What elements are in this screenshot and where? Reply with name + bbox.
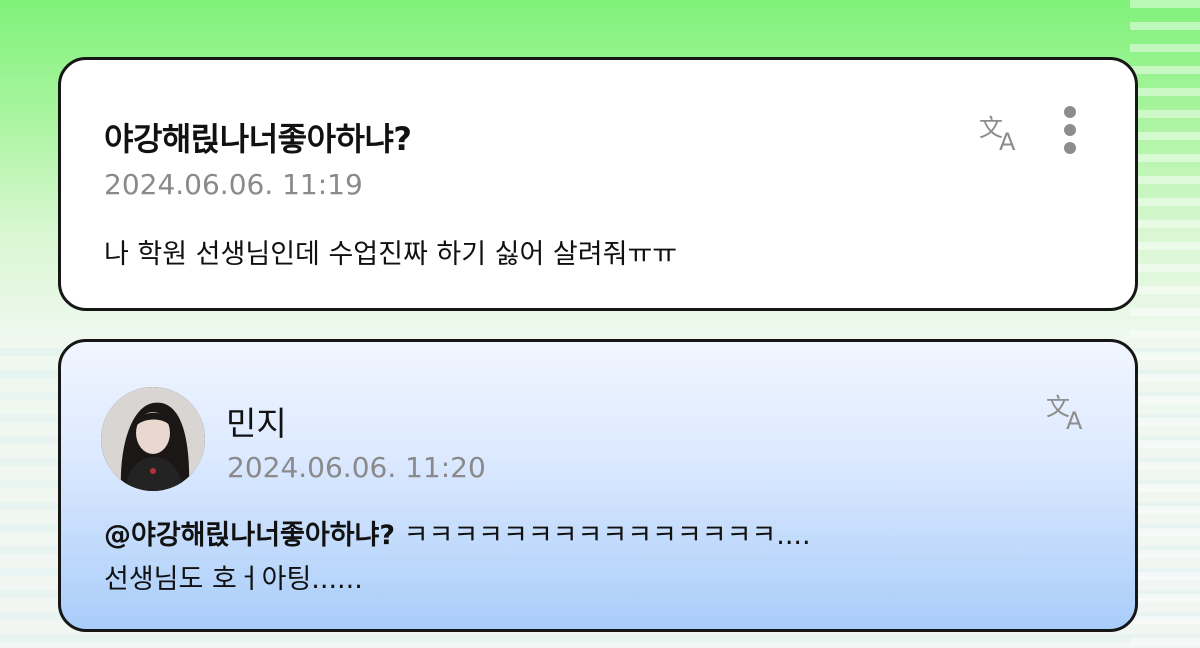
author-name: 민지 bbox=[226, 404, 287, 443]
reply-line-1-text: ㅋㅋㅋㅋㅋㅋㅋㅋㅋㅋㅋㅋㅋㅋㅋ.... bbox=[395, 520, 811, 551]
avatar[interactable] bbox=[101, 387, 205, 491]
translate-icon[interactable]: 文 A bbox=[1044, 389, 1094, 435]
more-vertical-icon[interactable] bbox=[1061, 106, 1079, 154]
svg-text:A: A bbox=[1066, 407, 1083, 433]
question-timestamp: 2024.06.06. 11:19 bbox=[104, 168, 363, 201]
reply-line-1: @야강해릱나너좋아하냐? ㅋㅋㅋㅋㅋㅋㅋㅋㅋㅋㅋㅋㅋㅋㅋ.... bbox=[104, 514, 811, 558]
answer-card: 민지 2024.06.06. 11:20 文 A @야강해릱나너좋아하냐? ㅋㅋ… bbox=[58, 339, 1138, 632]
question-body: 나 학원 선생님인데 수업진짜 하기 싫어 살려줘ㅠㅠ bbox=[104, 239, 678, 270]
mention-link[interactable]: @야강해릱나너좋아하냐? bbox=[104, 520, 395, 551]
svg-text:A: A bbox=[999, 128, 1016, 154]
reply-line-2: 선생님도 호ㅓ아팅...... bbox=[104, 564, 363, 595]
question-card: 야강해릱나너좋아하냐? 2024.06.06. 11:19 나 학원 선생님인데… bbox=[58, 57, 1138, 311]
reply-body: @야강해릱나너좋아하냐? ㅋㅋㅋㅋㅋㅋㅋㅋㅋㅋㅋㅋㅋㅋㅋ.... 선생님도 호ㅓ… bbox=[104, 514, 811, 602]
background-stripes-right bbox=[1130, 0, 1200, 648]
answer-timestamp: 2024.06.06. 11:20 bbox=[227, 451, 486, 484]
translate-icon[interactable]: 文 A bbox=[977, 110, 1027, 156]
question-title: 야강해릱나너좋아하냐? bbox=[104, 120, 412, 158]
